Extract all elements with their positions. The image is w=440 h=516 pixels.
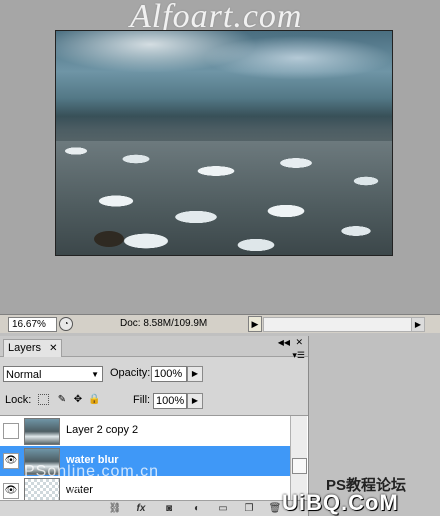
status-menu-icon[interactable]: ◔ bbox=[59, 317, 73, 331]
opacity-field[interactable]: 100% bbox=[151, 366, 187, 382]
lock-pixels-brush-icon[interactable]: ✎ bbox=[56, 394, 68, 406]
panel-close-icon[interactable]: ✕ bbox=[295, 337, 303, 348]
lock-options-row: Lock: ✎ ✥ 🔒 Fill: 100% ▶ bbox=[0, 390, 308, 412]
layer-name: Layer 2 copy 2 bbox=[66, 424, 139, 436]
mask-icon[interactable]: ◙ bbox=[162, 502, 176, 515]
layer-row[interactable]: Layer 2 copy 2 bbox=[0, 416, 290, 447]
panel-header: Layers ✕ ◀◀ ✕ ▾☰ bbox=[0, 336, 308, 360]
layer-list-scrollbar[interactable] bbox=[290, 416, 307, 501]
adjustment-icon[interactable]: ◐ bbox=[190, 502, 204, 515]
corner-watermark: UiBQ.CoM bbox=[282, 490, 399, 515]
eye-icon[interactable]: 👁 bbox=[3, 483, 19, 499]
collapse-panel-icon[interactable]: ◀◀ bbox=[278, 338, 290, 347]
blend-options-row: Normal ▼ Opacity: 100% ▶ bbox=[0, 364, 308, 386]
zoom-level-field[interactable]: 16.67% bbox=[8, 317, 57, 332]
fill-label: Fill: bbox=[133, 394, 151, 406]
fill-slider-arrow-icon[interactable]: ▶ bbox=[187, 393, 203, 409]
document-size-info: Doc: 8.58M/109.9M bbox=[120, 318, 208, 329]
lock-position-move-icon[interactable]: ✥ bbox=[72, 394, 84, 406]
fx-icon[interactable]: fx bbox=[134, 502, 148, 515]
blend-mode-value: Normal bbox=[6, 369, 42, 381]
overlay-watermark: 中 国 教 程 网 bbox=[70, 485, 198, 502]
horizontal-scrollbar[interactable]: ▶ bbox=[263, 317, 425, 332]
layer-thumbnail bbox=[24, 478, 60, 501]
lock-label: Lock: bbox=[5, 394, 32, 406]
group-icon[interactable]: ▭ bbox=[216, 502, 230, 515]
opacity-label: Opacity: bbox=[110, 367, 151, 379]
canvas-area: Alfoart.com bbox=[0, 0, 440, 314]
blend-mode-select[interactable]: Normal ▼ bbox=[3, 366, 103, 382]
rock-shape bbox=[94, 231, 124, 247]
lock-all-icon[interactable]: 🔒 bbox=[88, 394, 100, 406]
scroll-right-arrow-icon[interactable]: ▶ bbox=[411, 318, 424, 331]
scrollbar-thumb[interactable] bbox=[292, 458, 307, 474]
layer-thumbnail bbox=[24, 418, 60, 445]
tab-layers-label: Layers bbox=[8, 342, 42, 354]
visibility-toggle-empty[interactable] bbox=[3, 423, 19, 439]
trash-icon[interactable]: 🗑 bbox=[268, 502, 282, 515]
chevron-down-icon: ▼ bbox=[91, 370, 99, 379]
status-bar: 16.67% ◔ Doc: 8.58M/109.9M ▶ ▶ bbox=[0, 314, 440, 333]
tab-close-icon[interactable]: ✕ bbox=[49, 343, 57, 354]
fill-field[interactable]: 100% bbox=[153, 393, 187, 409]
status-info-arrow-button[interactable]: ▶ bbox=[248, 316, 262, 332]
document-window: Alfoart.com 16.67% ◔ Doc: 8.58M/109.9M ▶… bbox=[0, 0, 440, 333]
opacity-slider-arrow-icon[interactable]: ▶ bbox=[187, 366, 203, 382]
overlay-watermark: PSonline.com.cn bbox=[24, 463, 160, 480]
link-icon[interactable]: ⛓ bbox=[108, 502, 122, 515]
eye-icon[interactable]: 👁 bbox=[3, 453, 19, 469]
panel-menu-icon[interactable]: ▾☰ bbox=[292, 350, 305, 361]
lock-transparency-icon[interactable] bbox=[38, 394, 49, 405]
tab-layers[interactable]: Layers ✕ bbox=[3, 339, 63, 357]
new-layer-icon[interactable]: ❐ bbox=[242, 502, 256, 515]
document-image[interactable] bbox=[55, 30, 393, 256]
